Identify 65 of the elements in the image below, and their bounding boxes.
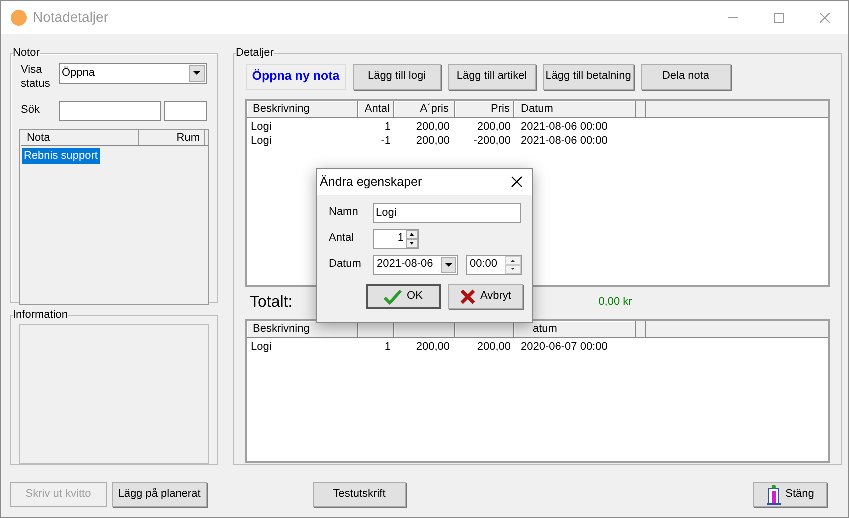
table-cell-text: -1 [380,134,392,148]
window-title: Notadetaljer [33,8,108,27]
door-icon [766,484,782,504]
toolbar-button[interactable]: Dela nota [641,64,731,90]
dialog-title: Ändra egenskaper [320,174,422,191]
table-cell-text: 2020-06-07 00:00 [520,340,609,354]
table-cell-text: 2021-08-06 00:00 [520,120,609,134]
column-header[interactable]: Pris [455,100,514,116]
app-icon [11,10,27,26]
footer-button[interactable]: Testutskrift [313,482,406,507]
column-header[interactable] [636,100,646,116]
search-field[interactable] [59,100,161,120]
column-header[interactable] [646,320,828,336]
footer-button[interactable]: Stäng [753,482,827,507]
spin-arrows-icon [406,230,418,248]
table-cell-text: 200,00 [415,340,451,354]
field-label: Antal [329,231,356,246]
search-field[interactable] [164,100,207,120]
time-spinner[interactable]: 00:00 [466,254,522,274]
cancel-button[interactable]: Avbryt [448,284,523,309]
check-icon [384,288,402,304]
status-dropdown[interactable]: Öppna [59,62,207,84]
field-label: Datum [329,257,362,272]
column-header[interactable] [646,100,828,116]
table-cell-text: Logi [250,134,273,148]
column-header[interactable]: Beskrivning [247,320,358,336]
table-cell-text: 1 [384,120,392,134]
table-cell-text: -200,00 [472,134,512,148]
search-label: Sök [20,103,41,118]
list-item[interactable]: Rebnis support [22,148,100,164]
column-header[interactable]: atum [514,320,636,336]
toolbar-button[interactable]: Öppna ny nota [246,64,346,90]
group-title: Detaljer [236,46,274,61]
table-cell-text: 2021-08-06 00:00 [520,134,609,148]
cross-icon [460,288,476,304]
column-header[interactable]: A´pris [394,100,455,116]
column-header[interactable]: Antal [358,100,394,116]
close-button[interactable] [511,176,523,188]
field-label: Namn [329,205,360,220]
quantity-spinner[interactable]: 1 [373,228,419,248]
table-cell-text: 200,00 [415,120,451,134]
toolbar-button[interactable]: Lägg till artikel [448,64,536,90]
date-picker[interactable]: 2021-08-06 [373,254,458,274]
toolbar-button[interactable]: Lägg till logi [353,64,441,90]
column-header[interactable] [636,320,646,336]
total-label: Totalt: [250,292,293,312]
table-cell-text: 200,00 [476,340,512,354]
column-header[interactable]: Beskrivning [247,100,358,116]
footer-button[interactable]: Lägg på planerat [112,482,207,507]
table-cell-text: Logi [250,340,273,354]
ok-button[interactable]: OK [366,284,441,309]
column-header[interactable]: Datum [514,100,636,116]
table-cell-text: Logi [250,120,273,134]
group-title: Notor [13,46,40,61]
name-field[interactable]: Logi [373,202,521,222]
table-cell-text: 1 [384,340,392,354]
toolbar-button[interactable]: Lägg till betalning [543,64,634,90]
spin-arrows-icon [505,256,521,274]
total-value: 0,00 kr [598,295,632,310]
table-cell-text: 200,00 [415,134,451,148]
close-icon[interactable] [820,12,830,22]
status-label: Visa status [20,62,52,90]
table-cell-text: 200,00 [476,120,512,134]
maximize-icon[interactable] [774,12,784,22]
group-title: Information [13,308,68,323]
